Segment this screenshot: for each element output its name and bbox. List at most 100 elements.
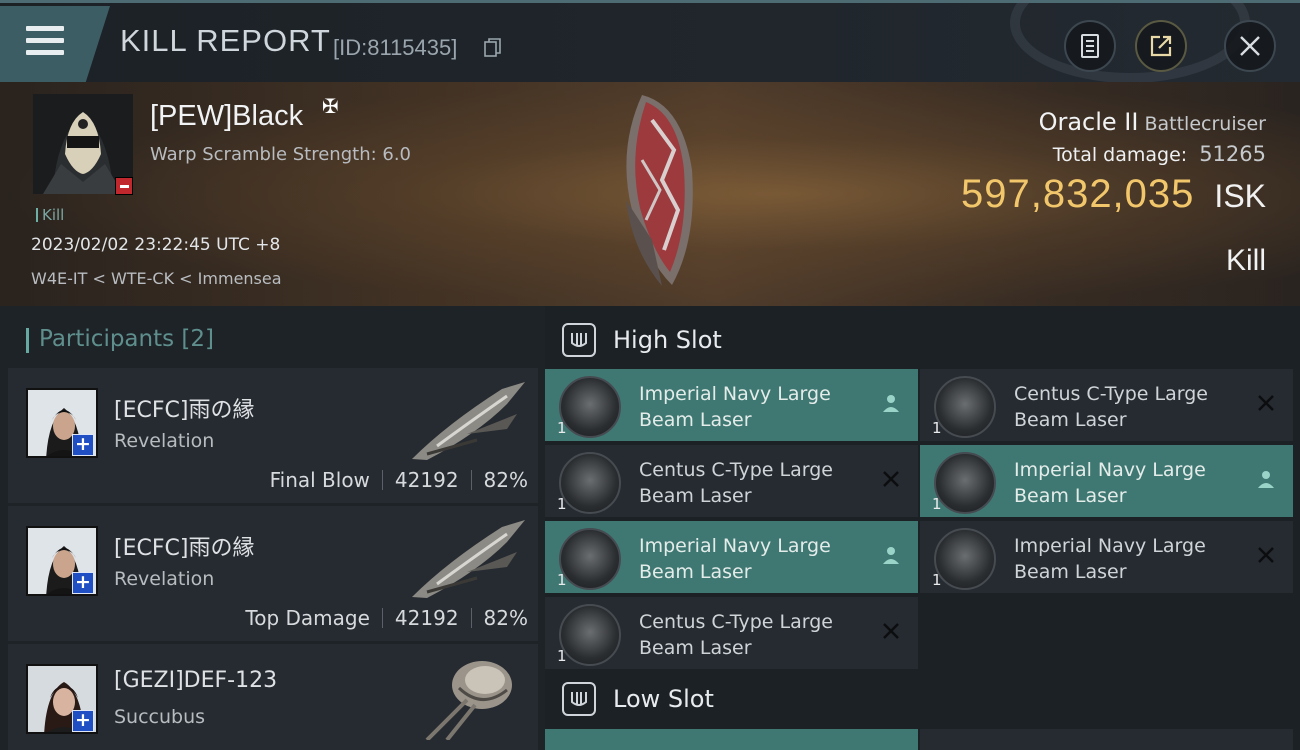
participant-stats: Final Blow 42192 82% xyxy=(270,468,528,492)
report-button[interactable] xyxy=(1064,20,1116,72)
participant-name[interactable]: [GEZI]DEF-123 xyxy=(114,668,277,693)
module-name: Imperial Navy Large Beam Laser xyxy=(639,383,831,431)
module-name: Imperial Navy Large Beam Laser xyxy=(1014,535,1206,583)
isk-amount: 597,832,035 xyxy=(960,172,1195,216)
kill-location[interactable]: W4E-IT < WTE-CK < Immensea xyxy=(31,269,282,288)
module-slot[interactable]: 1 Imperial Navy Large Beam Laser xyxy=(545,521,918,593)
alliance-cross-icon: ✠ xyxy=(322,94,339,118)
hamburger-menu-icon xyxy=(26,26,64,56)
participant-name[interactable]: [ECFC]雨の縁 xyxy=(114,392,254,424)
participants-title: Participants [2] xyxy=(25,326,215,353)
beam-laser-icon xyxy=(559,452,621,514)
copy-icon[interactable] xyxy=(484,38,502,58)
beam-laser-icon xyxy=(559,528,621,590)
module-quantity: 1 xyxy=(557,647,567,665)
participant-damage: 42192 xyxy=(394,468,459,492)
participant-row[interactable]: + [GEZI]DEF-123 Succubus xyxy=(8,644,538,750)
add-contact-plus-icon[interactable]: + xyxy=(72,434,94,456)
ship-name: Oracle II xyxy=(1038,108,1139,136)
close-icon xyxy=(1240,36,1260,56)
victim-ship[interactable]: Oracle II Battlecruiser xyxy=(1039,108,1266,136)
victim-ship-image[interactable] xyxy=(612,90,707,290)
module-name: Centus C-Type Large Beam Laser xyxy=(1014,383,1208,431)
low-slot-icon xyxy=(562,682,596,716)
total-damage: Total damage: 51265 xyxy=(1053,142,1266,166)
module-slot[interactable]: 1 Centus C-Type Large Beam Laser xyxy=(545,597,918,669)
isk-value: 597,832,035 ISK xyxy=(961,172,1266,217)
victim-banner: [PEW]Black ✠ Warp Scramble Strength: 6.0… xyxy=(0,82,1300,306)
module-quantity: 1 xyxy=(932,571,942,589)
clipboard-icon xyxy=(1081,34,1099,58)
module-name: Imperial Navy Large Beam Laser xyxy=(1014,459,1206,507)
participants-panel[interactable]: Participants [2] + [ECFC]雨の縁 Revelation … xyxy=(0,306,545,750)
header-decoration xyxy=(1010,0,1250,83)
module-slot[interactable]: 1 Imperial Navy Large Beam Laser xyxy=(920,445,1293,517)
beam-laser-icon xyxy=(559,604,621,666)
total-damage-label: Total damage: xyxy=(1052,144,1188,166)
module-quantity: 1 xyxy=(557,419,567,437)
kill-report-id: [ID:8115435] xyxy=(333,35,458,60)
participant-row[interactable]: + [ECFC]雨の縁 Revelation Final Blow 42192 82… xyxy=(8,368,538,503)
top-bar: KILL REPORT [ID:8115435] xyxy=(0,0,1300,83)
module-name: Imperial Navy Large Beam Laser xyxy=(639,535,831,583)
isk-unit: ISK xyxy=(1214,178,1266,214)
participant-ship: Succubus xyxy=(114,706,206,728)
participant-percent: 82% xyxy=(483,468,528,492)
destroyed-icon xyxy=(883,623,899,639)
beam-laser-icon xyxy=(934,528,996,590)
share-button[interactable] xyxy=(1135,20,1187,72)
module-name: Centus C-Type Large Beam Laser xyxy=(639,611,833,659)
fitting-panel[interactable]: High Slot 1 Imperial Navy Large Beam Las… xyxy=(545,306,1300,750)
low-slot-label: Low Slot xyxy=(613,685,714,713)
module-slot[interactable]: 1 Centus C-Type Large Beam Laser xyxy=(545,445,918,517)
module-quantity: 1 xyxy=(557,495,567,513)
destroyed-icon xyxy=(1258,395,1274,411)
participant-role: Top Damage xyxy=(245,606,370,630)
add-contact-plus-icon[interactable]: + xyxy=(72,710,94,732)
module-slot[interactable]: 1 Imperial Navy Large Beam Laser xyxy=(920,521,1293,593)
module-slot[interactable] xyxy=(920,729,1293,750)
beam-laser-icon xyxy=(934,452,996,514)
module-quantity: 1 xyxy=(932,419,942,437)
hostile-minus-badge xyxy=(115,177,133,195)
participant-ship: Revelation xyxy=(114,568,215,590)
total-damage-value: 51265 xyxy=(1199,142,1266,166)
warp-scramble-strength: Warp Scramble Strength: 6.0 xyxy=(150,144,412,165)
destroyed-icon xyxy=(883,471,899,487)
close-button[interactable] xyxy=(1224,20,1276,72)
participant-ship-image[interactable] xyxy=(407,650,532,740)
share-icon xyxy=(1150,35,1172,57)
kill-tag: Kill xyxy=(36,206,64,224)
fitted-icon xyxy=(1258,471,1274,488)
high-slot-header[interactable]: High Slot xyxy=(545,310,1300,370)
participant-percent: 82% xyxy=(483,606,528,630)
participant-ship-image[interactable] xyxy=(407,512,532,602)
add-contact-plus-icon[interactable]: + xyxy=(72,572,94,594)
kill-datetime: 2023/02/02 23:22:45 UTC +8 xyxy=(31,235,281,255)
participant-stats: Top Damage 42192 82% xyxy=(245,606,528,630)
high-slot-label: High Slot xyxy=(613,326,722,354)
module-slot[interactable]: 1 Imperial Navy Large Beam Laser xyxy=(545,369,918,441)
beam-laser-icon xyxy=(559,376,621,438)
fitted-icon xyxy=(883,547,899,564)
destroyed-icon xyxy=(1258,547,1274,563)
participant-ship: Revelation xyxy=(114,430,215,452)
module-name: Centus C-Type Large Beam Laser xyxy=(639,459,833,507)
module-slot[interactable]: 1 Centus C-Type Large Beam Laser xyxy=(920,369,1293,441)
kill-result: Kill xyxy=(1225,244,1266,277)
beam-laser-icon xyxy=(934,376,996,438)
module-slot[interactable] xyxy=(545,729,918,750)
low-slot-header[interactable]: Low Slot xyxy=(545,669,1300,729)
participant-role: Final Blow xyxy=(269,468,370,492)
participants-count: [2] xyxy=(181,326,215,352)
participant-name[interactable]: [ECFC]雨の縁 xyxy=(114,530,254,562)
participant-ship-image[interactable] xyxy=(407,374,532,464)
high-slot-icon xyxy=(562,323,596,357)
module-quantity: 1 xyxy=(932,495,942,513)
participant-damage: 42192 xyxy=(394,606,459,630)
menu-button[interactable] xyxy=(0,6,110,82)
ship-class: Battlecruiser xyxy=(1144,113,1266,135)
victim-name[interactable]: [PEW]Black xyxy=(150,100,303,133)
participant-row[interactable]: + [ECFC]雨の縁 Revelation Top Damage 42192 82… xyxy=(8,506,538,641)
fitted-icon xyxy=(883,395,899,412)
